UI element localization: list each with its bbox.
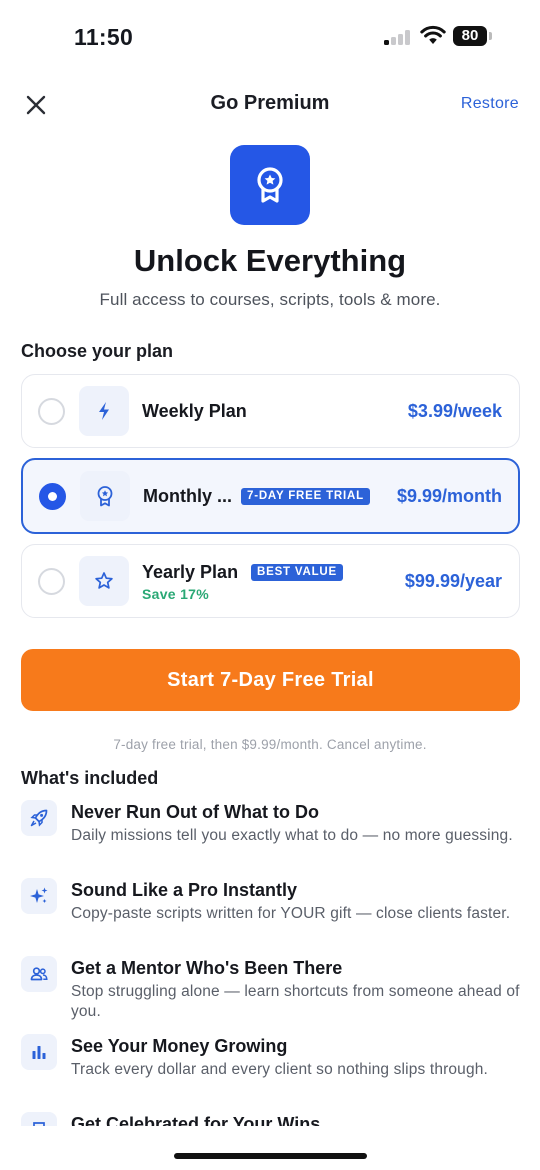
feature-desc: Track every dollar and every client so n… [71, 1061, 488, 1078]
award-badge-icon [230, 145, 310, 225]
plans-section-label: Choose your plan [21, 341, 174, 361]
restore-button[interactable]: Restore [461, 95, 519, 113]
feature-desc: Stop struggling alone — learn shortcuts … [71, 983, 520, 1020]
feature-title: Get Celebrated for Your Wins [71, 1114, 321, 1126]
page-title: Go Premium [210, 92, 330, 114]
plan-name: Yearly Plan [142, 562, 239, 582]
cellular-signal-icon [384, 30, 412, 45]
plan-monthly[interactable]: Monthly ... 7-DAY FREE TRIAL $9.99/month [21, 458, 520, 534]
trial-disclaimer: 7-day free trial, then $9.99/month. Canc… [113, 737, 427, 752]
award-icon [80, 471, 130, 521]
plan-yearly[interactable]: Yearly Plan BEST VALUE Save 17% $99.99/y… [21, 544, 520, 618]
plan-price: $99.99/year [404, 571, 502, 591]
features-list: Never Run Out of What to Do Daily missio… [0, 796, 540, 1126]
users-icon [21, 956, 57, 992]
sparkles-icon [21, 878, 57, 914]
plan-radio-selected[interactable] [39, 483, 66, 510]
wifi-icon [420, 25, 446, 50]
status-bar: 11:50 80 [0, 0, 540, 72]
feature-desc: Copy-paste scripts written for YOUR gift… [71, 905, 511, 922]
plan-price: $9.99/month [396, 486, 502, 506]
plan-savings: Save 17% [142, 586, 210, 602]
battery-cap [489, 32, 492, 40]
plan-radio[interactable] [38, 568, 65, 595]
plan-name: Weekly Plan [142, 401, 247, 421]
status-time: 11:50 [74, 24, 134, 50]
feature-title: Sound Like a Pro Instantly [71, 880, 298, 900]
features-section-label: What's included [21, 768, 159, 788]
feature-title: Get a Mentor Who's Been There [71, 958, 343, 978]
feature-desc: Daily missions tell you exactly what to … [71, 827, 513, 844]
start-trial-button[interactable]: Start 7-Day Free Trial [21, 649, 520, 711]
bar-chart-icon [21, 1034, 57, 1070]
plan-price: $3.99/week [407, 401, 502, 421]
feature-title: See Your Money Growing [71, 1036, 288, 1056]
hero-title: Unlock Everything [133, 243, 407, 278]
plan-name: Monthly ... [143, 486, 232, 506]
best-value-badge: BEST VALUE [251, 564, 343, 581]
rocket-icon [21, 800, 57, 836]
feature-title: Never Run Out of What to Do [71, 802, 319, 822]
bolt-icon [79, 386, 129, 436]
hero-subtitle: Full access to courses, scripts, tools &… [99, 290, 441, 309]
trophy-icon [21, 1112, 57, 1126]
free-trial-badge: 7-DAY FREE TRIAL [241, 488, 370, 505]
battery-indicator: 80 [453, 26, 487, 46]
home-indicator[interactable] [174, 1153, 367, 1159]
plan-weekly[interactable]: Weekly Plan $3.99/week [21, 374, 520, 448]
plan-radio[interactable] [38, 398, 65, 425]
star-icon [79, 556, 129, 606]
